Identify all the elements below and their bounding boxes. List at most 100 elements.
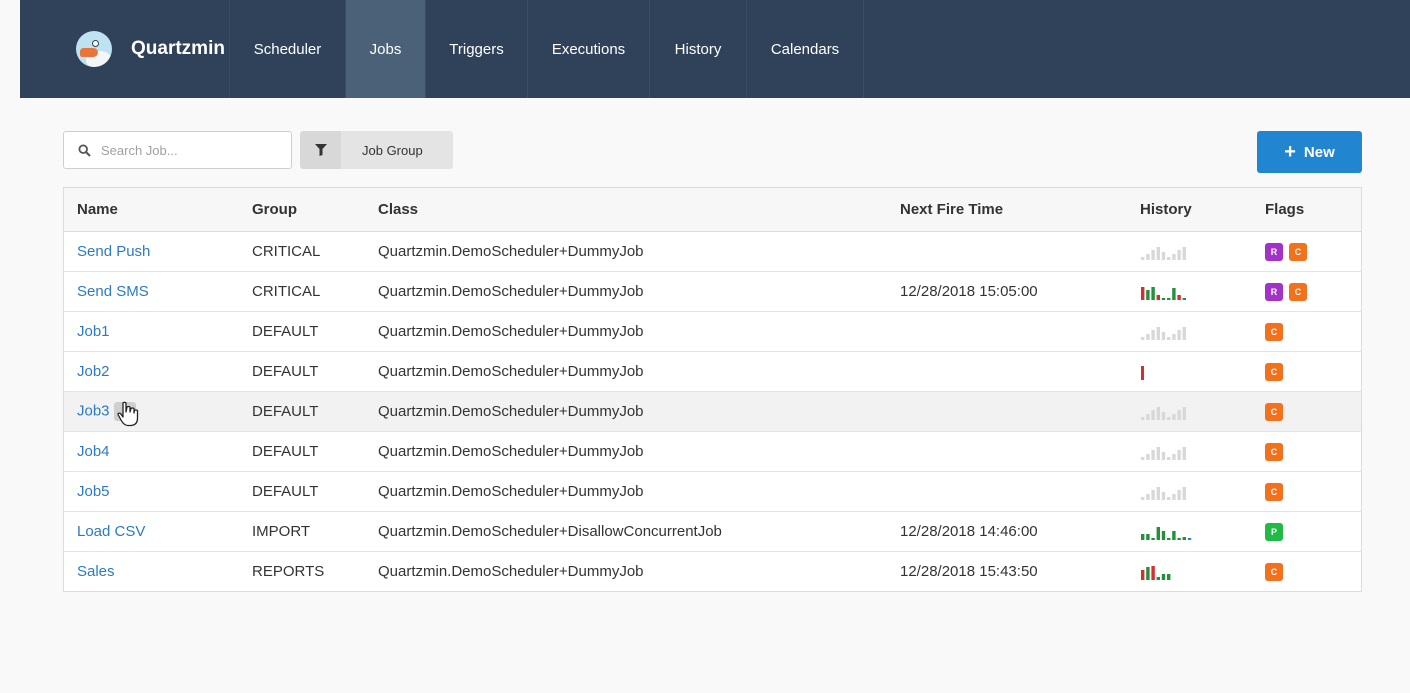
history-bar [1156, 446, 1160, 460]
history-sparkline[interactable] [1140, 444, 1220, 460]
cell-group: DEFAULT [252, 311, 378, 352]
history-bar [1167, 573, 1171, 580]
table-row[interactable]: Sales REPORTS Quartzmin.DemoScheduler+Dumm… [63, 551, 1362, 592]
cell-group: REPORTS [252, 551, 378, 592]
history-bar [1161, 331, 1166, 340]
filter-button[interactable] [300, 131, 341, 169]
job-name-link[interactable]: Sales [77, 563, 115, 580]
history-bar [1146, 566, 1150, 580]
history-bar [1156, 576, 1160, 580]
job-name-link[interactable]: Job3 [77, 402, 110, 419]
history-sparkline[interactable] [1140, 284, 1220, 300]
cell-flags: C [1265, 391, 1362, 432]
nav-item-executions[interactable]: Executions [528, 0, 650, 98]
job-name-link[interactable]: Send Push [77, 243, 150, 260]
table-row[interactable]: Job5 DEFAULT Quartzmin.DemoScheduler+Dummy… [63, 471, 1362, 512]
history-sparkline[interactable] [1140, 524, 1220, 540]
nav-item-scheduler[interactable]: Scheduler [230, 0, 346, 98]
cell-history [1140, 271, 1265, 312]
cell-next-fire-time [900, 311, 1140, 352]
header-group[interactable]: Group [252, 187, 378, 232]
history-sparkline[interactable] [1140, 244, 1220, 260]
job-name-link[interactable]: Job1 [77, 323, 110, 340]
job-name-link[interactable]: Job5 [77, 483, 110, 500]
header-name[interactable]: Name [63, 187, 252, 232]
history-bar [1167, 456, 1171, 460]
nav-item-jobs[interactable]: Jobs [346, 0, 426, 98]
table-row[interactable]: Job1 DEFAULT Quartzmin.DemoScheduler+Dummy… [63, 311, 1362, 352]
job-group-filter[interactable]: Job Group [300, 131, 453, 169]
cell-name: Load CSV [63, 511, 252, 552]
job-name-link[interactable]: Load CSV [77, 523, 145, 540]
history-bar [1156, 486, 1160, 500]
history-bar [1177, 449, 1181, 460]
cell-name: Job2 [63, 351, 252, 392]
cell-next-fire-time [900, 471, 1140, 512]
table-row[interactable]: Load CSV IMPORT Quartzmin.DemoScheduler+Di… [63, 511, 1362, 552]
nav-item-triggers[interactable]: Triggers [426, 0, 528, 98]
history-bar [1156, 526, 1160, 540]
header-history: History [1140, 187, 1265, 232]
history-bar [1177, 294, 1181, 300]
search-input[interactable] [99, 141, 273, 159]
cell-class: Quartzmin.DemoScheduler+DummyJob [378, 311, 900, 352]
history-bar [1172, 253, 1176, 260]
cell-flags: C [1265, 551, 1362, 592]
history-bar [1161, 451, 1166, 460]
new-button-label: New [1303, 143, 1335, 161]
history-bar [1156, 294, 1160, 300]
history-bar [1151, 489, 1155, 500]
history-bar [1161, 573, 1166, 580]
history-bar [1167, 336, 1171, 340]
history-bar [1161, 297, 1166, 300]
flag-badge-c: C [1265, 562, 1283, 581]
header-class[interactable]: Class [378, 187, 900, 232]
brand[interactable]: Quartzmin [20, 0, 230, 98]
search-box[interactable] [63, 131, 292, 169]
table-header-row: Name Group Class Next Fire Time History … [63, 187, 1362, 232]
nav-item-calendars[interactable]: Calendars [747, 0, 864, 98]
history-bar [1172, 333, 1176, 340]
cell-name: Sales [63, 551, 252, 592]
nav-item-history[interactable]: History [650, 0, 747, 98]
history-bar [1182, 326, 1186, 340]
jobs-table-body: Send Push CRITICAL Quartzmin.DemoScheduler… [63, 231, 1362, 592]
cell-class: Quartzmin.DemoScheduler+DummyJob [378, 391, 900, 432]
history-bar [1167, 416, 1171, 420]
cell-next-fire-time: 12/28/2018 15:43:50 [900, 551, 1140, 592]
plus-icon: + [1284, 141, 1296, 163]
cell-name: Job1 [63, 311, 252, 352]
cell-group: DEFAULT [252, 351, 378, 392]
history-bar [1177, 489, 1181, 500]
history-sparkline[interactable] [1140, 484, 1220, 500]
history-bar [1177, 537, 1181, 540]
history-sparkline[interactable] [1140, 324, 1220, 340]
history-bar [1161, 491, 1166, 500]
history-bar [1151, 249, 1155, 260]
cell-name: Job4 [63, 431, 252, 472]
table-row[interactable]: Send Push CRITICAL Quartzmin.DemoScheduler… [63, 231, 1362, 272]
job-name-link[interactable]: Send SMS [77, 283, 149, 300]
history-bar [1141, 286, 1145, 300]
cell-class: Quartzmin.DemoScheduler+DummyJob [378, 431, 900, 472]
job-name-link[interactable]: Job4 [77, 443, 110, 460]
table-row[interactable]: Job4 DEFAULT Quartzmin.DemoScheduler+Dummy… [63, 431, 1362, 472]
job-group-dropdown[interactable]: Job Group [341, 131, 453, 169]
history-bar [1161, 530, 1166, 540]
header-next-fire-time[interactable]: Next Fire Time [900, 187, 1140, 232]
history-sparkline[interactable] [1140, 564, 1220, 580]
history-sparkline[interactable] [1140, 364, 1220, 380]
cell-group: IMPORT [252, 511, 378, 552]
job-name-link[interactable]: Job2 [77, 363, 110, 380]
table-row[interactable]: Job3 DEFAULT Quartzmin.DemoScheduler+Dummy… [63, 391, 1362, 432]
table-row[interactable]: Send SMS CRITICAL Quartzmin.DemoScheduler+… [63, 271, 1362, 312]
top-navbar: Quartzmin Scheduler Jobs Triggers Execution… [20, 0, 1410, 98]
history-sparkline[interactable] [1140, 404, 1220, 420]
table-row[interactable]: Job2 DEFAULT Quartzmin.DemoScheduler+Dummy… [63, 351, 1362, 392]
flag-badge-c: C [1289, 242, 1307, 261]
quartzmin-logo-icon [76, 31, 112, 67]
cell-class: Quartzmin.DemoScheduler+DummyJob [378, 471, 900, 512]
history-bar [1151, 537, 1155, 540]
history-bar [1172, 287, 1176, 300]
new-job-button[interactable]: + New [1257, 131, 1362, 173]
